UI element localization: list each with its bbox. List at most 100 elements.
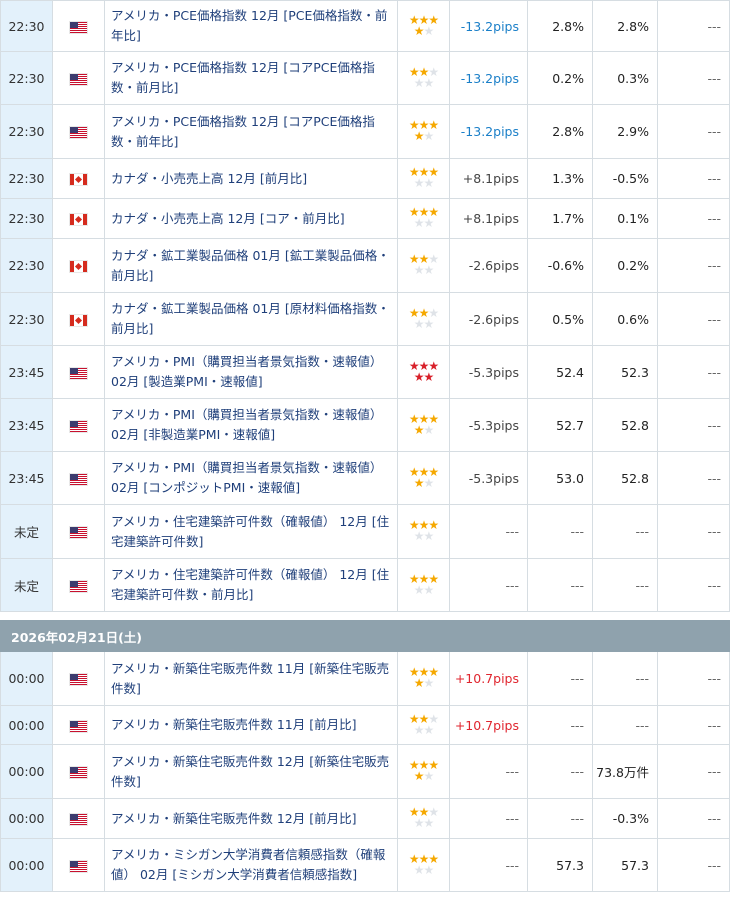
event-time: 未定 <box>0 558 53 612</box>
us-flag-icon <box>69 366 88 380</box>
previous-value: --- <box>657 158 730 199</box>
event-name-link[interactable]: アメリカ・新築住宅販売件数 11月 [新築住宅販売件数] <box>104 651 398 706</box>
star-rating-icon: ★★★ ★★ <box>409 759 439 782</box>
event-name[interactable]: アメリカ・PMI（購買担当者景気指数・速報値） 02月 [コンポジットPMI・速… <box>111 460 382 495</box>
event-name-link[interactable]: アメリカ・PMI（購買担当者景気指数・速報値） 02月 [非製造業PMI・速報値… <box>104 398 398 452</box>
event-row: 22:30 カナダ・小売売上高 12月 [前月比] ★★★ ★★ +8.1pips 1.3… <box>0 158 730 199</box>
star-icon: ★ <box>423 475 434 490</box>
star-rating-icon: ★★★ ★★ <box>409 14 439 38</box>
event-name[interactable]: アメリカ・新築住宅販売件数 11月 [新築住宅販売件数] <box>111 661 389 696</box>
event-name[interactable]: アメリカ・PMI（購買担当者景気指数・速報値） 02月 [非製造業PMI・速報値… <box>111 407 382 442</box>
event-name-link[interactable]: カナダ・小売売上高 12月 [前月比] <box>104 158 398 199</box>
previous-value: --- <box>657 238 730 293</box>
country-flag-cell <box>52 798 105 839</box>
event-name-link[interactable]: カナダ・小売売上高 12月 [コア・前月比] <box>104 198 398 239</box>
event-name-link[interactable]: カナダ・鉱工業製品価格 01月 [原材料価格指数・前月比] <box>104 292 398 346</box>
star-rating-icon: ★★★ ★★ <box>409 573 439 597</box>
forecast-value: 2.8% <box>592 0 658 52</box>
forecast-value: 0.1% <box>592 198 658 239</box>
star-icon: ★ <box>423 422 434 437</box>
event-name[interactable]: アメリカ・ミシガン大学消費者信頼感指数（確報値） 02月 [ミシガン大学消費者信… <box>111 847 385 882</box>
result-value: 52.4 <box>527 345 593 399</box>
previous-value: --- <box>657 651 730 706</box>
event-name[interactable]: アメリカ・住宅建築許可件数（確報値） 12月 [住宅建築許可件数・前月比] <box>111 567 389 602</box>
event-name[interactable]: カナダ・小売売上高 12月 [前月比] <box>111 171 307 186</box>
star-icon: ★ <box>423 582 434 597</box>
event-row: 22:30 カナダ・小売売上高 12月 [コア・前月比] ★★★ ★★ +8.1pips… <box>0 198 730 239</box>
event-time: 22:30 <box>0 238 53 293</box>
event-name-link[interactable]: アメリカ・PCE価格指数 12月 [PCE価格指数・前年比] <box>104 0 398 52</box>
result-value: 2.8% <box>527 104 593 159</box>
star-icon: ★ <box>423 816 434 830</box>
event-name[interactable]: アメリカ・新築住宅販売件数 11月 [前月比] <box>111 717 356 732</box>
result-value: 0.2% <box>527 51 593 105</box>
ca-flag-icon <box>69 213 88 226</box>
event-name[interactable]: カナダ・鉱工業製品価格 01月 [鉱工業製品価格・前月比] <box>111 248 390 283</box>
events-day2: 00:00 アメリカ・新築住宅販売件数 11月 [新築住宅販売件数] ★★★ ★★ +1… <box>0 651 730 892</box>
star-icon: ★ <box>423 75 434 90</box>
previous-value: --- <box>657 504 730 559</box>
star-icon: ★ <box>423 23 434 38</box>
previous-value: --- <box>657 0 730 52</box>
result-value: 53.0 <box>527 451 593 505</box>
importance-stars: ★★★ ★★ <box>397 451 450 505</box>
result-value: --- <box>527 744 593 799</box>
event-name-link[interactable]: アメリカ・ミシガン大学消費者信頼感指数（確報値） 02月 [ミシガン大学消費者信… <box>104 838 398 892</box>
event-name-link[interactable]: アメリカ・PCE価格指数 12月 [コアPCE価格指数・前月比] <box>104 51 398 105</box>
event-name-link[interactable]: アメリカ・住宅建築許可件数（確報値） 12月 [住宅建築許可件数] <box>104 504 398 559</box>
event-name-link[interactable]: アメリカ・PMI（購買担当者景気指数・速報値） 02月 [製造業PMI・速報値] <box>104 345 398 399</box>
result-value: --- <box>527 558 593 612</box>
us-flag-icon <box>69 126 88 139</box>
event-name[interactable]: カナダ・鉱工業製品価格 01月 [原材料価格指数・前月比] <box>111 301 390 336</box>
forecast-value: 73.8万件 <box>592 744 658 799</box>
importance-stars: ★★★ ★★ <box>397 398 450 452</box>
event-name[interactable]: アメリカ・新築住宅販売件数 12月 [新築住宅販売件数] <box>111 754 389 789</box>
result-value: --- <box>527 651 593 706</box>
pips-change: --- <box>449 798 528 839</box>
event-name[interactable]: アメリカ・PMI（購買担当者景気指数・速報値） 02月 [製造業PMI・速報値] <box>111 354 382 389</box>
previous-value: --- <box>657 838 730 892</box>
star-icon: ★ <box>423 529 434 543</box>
us-flag-icon <box>69 719 88 733</box>
event-name-link[interactable]: アメリカ・新築住宅販売件数 12月 [前月比] <box>104 798 398 839</box>
event-time: 22:30 <box>0 104 53 159</box>
event-name[interactable]: アメリカ・住宅建築許可件数（確報値） 12月 [住宅建築許可件数] <box>111 514 389 549</box>
previous-value: --- <box>657 104 730 159</box>
star-icon: ★ <box>423 129 434 143</box>
event-name[interactable]: アメリカ・PCE価格指数 12月 [PCE価格指数・前年比] <box>111 8 387 43</box>
event-row: 23:45 アメリカ・PMI（購買担当者景気指数・速報値） 02月 [製造業PMI… <box>0 345 730 399</box>
event-time: 23:45 <box>0 345 53 399</box>
star-rating-icon: ★★★ ★★ <box>409 166 439 190</box>
event-row: 未定 アメリカ・住宅建築許可件数（確報値） 12月 [住宅建築許可件数] ★★★ ★★… <box>0 504 730 559</box>
star-icon: ★ <box>423 263 434 277</box>
event-name[interactable]: アメリカ・PCE価格指数 12月 [コアPCE価格指数・前月比] <box>111 60 375 95</box>
result-value: -0.6% <box>527 238 593 293</box>
event-name-link[interactable]: アメリカ・PCE価格指数 12月 [コアPCE価格指数・前年比] <box>104 104 398 159</box>
pips-change: -5.3pips <box>449 345 528 399</box>
country-flag-cell <box>52 51 105 105</box>
country-flag-cell <box>52 398 105 452</box>
star-rating-icon: ★★★ ★★ <box>409 119 439 143</box>
event-name-link[interactable]: カナダ・鉱工業製品価格 01月 [鉱工業製品価格・前月比] <box>104 238 398 293</box>
forecast-value: 52.3 <box>592 345 658 399</box>
star-rating-icon: ★★★ ★★ <box>409 666 439 689</box>
event-name-link[interactable]: アメリカ・新築住宅販売件数 11月 [前月比] <box>104 705 398 745</box>
event-name-link[interactable]: アメリカ・新築住宅販売件数 12月 [新築住宅販売件数] <box>104 744 398 799</box>
country-flag-cell <box>52 838 105 892</box>
pips-change: -2.6pips <box>449 238 528 293</box>
event-name-link[interactable]: アメリカ・住宅建築許可件数（確報値） 12月 [住宅建築許可件数・前月比] <box>104 558 398 612</box>
country-flag-cell <box>52 158 105 199</box>
event-name-link[interactable]: アメリカ・PMI（購買担当者景気指数・速報値） 02月 [コンポジットPMI・速… <box>104 451 398 505</box>
event-name[interactable]: カナダ・小売売上高 12月 [コア・前月比] <box>111 211 345 226</box>
forecast-value: -0.5% <box>592 158 658 199</box>
country-flag-cell <box>52 651 105 706</box>
us-flag-icon <box>69 673 88 686</box>
star-rating-icon: ★★★ ★★ <box>409 413 439 437</box>
pips-change: +8.1pips <box>449 158 528 199</box>
pips-change: --- <box>449 838 528 892</box>
star-icon: ★ <box>423 176 434 190</box>
event-name[interactable]: アメリカ・PCE価格指数 12月 [コアPCE価格指数・前年比] <box>111 114 375 149</box>
star-icon: ★ <box>423 862 434 877</box>
importance-stars: ★★★ ★★ <box>397 651 450 706</box>
event-name[interactable]: アメリカ・新築住宅販売件数 12月 [前月比] <box>111 811 356 826</box>
